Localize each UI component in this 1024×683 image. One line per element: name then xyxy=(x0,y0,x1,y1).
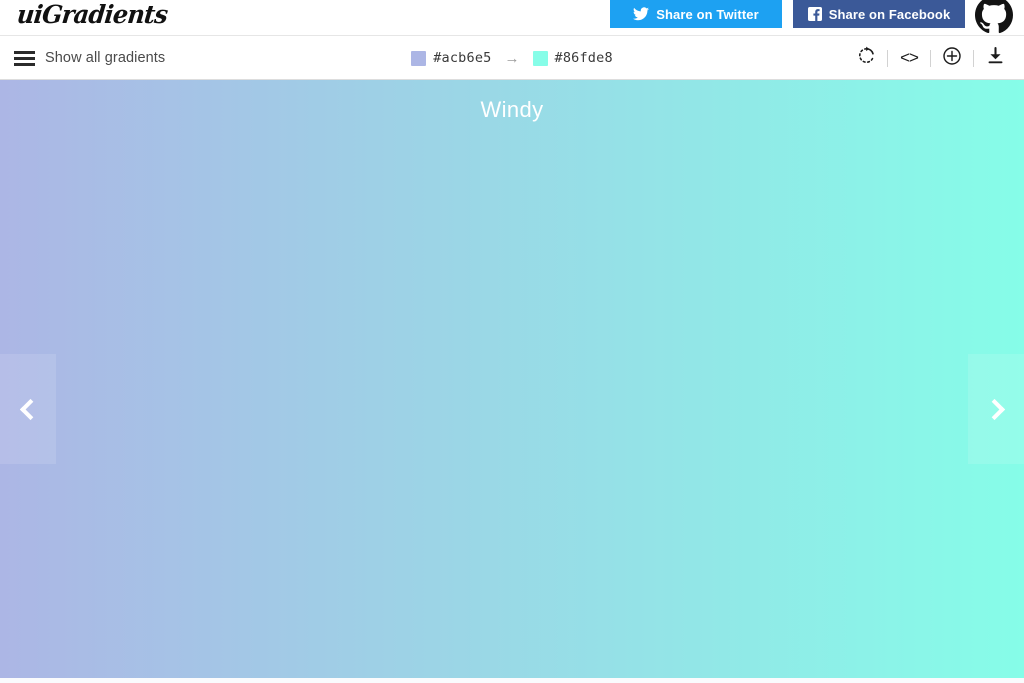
gradient-direction-arrow-icon: → xyxy=(504,49,520,67)
show-all-gradients-button[interactable]: Show all gradients xyxy=(14,36,165,80)
view-code-button[interactable]: <> xyxy=(888,36,930,80)
end-color-hex: #86fde8 xyxy=(554,50,613,66)
facebook-icon xyxy=(807,7,822,21)
toolbar-actions: <> xyxy=(845,36,1016,80)
chevron-right-icon xyxy=(983,398,1005,420)
page-bottom-strip xyxy=(0,678,1024,683)
next-gradient-button[interactable] xyxy=(968,354,1024,464)
github-link[interactable] xyxy=(975,0,1013,34)
code-icon: <> xyxy=(900,48,919,67)
share-on-facebook-button[interactable]: Share on Facebook xyxy=(793,0,965,28)
download-icon xyxy=(986,46,1005,70)
site-logo[interactable]: uiGradients xyxy=(15,0,169,32)
show-all-gradients-label: Show all gradients xyxy=(45,50,166,66)
download-gradient-button[interactable] xyxy=(974,36,1016,80)
end-color-swatch xyxy=(532,50,548,66)
add-gradient-button[interactable] xyxy=(931,36,973,80)
chevron-left-icon xyxy=(19,398,41,420)
hamburger-icon xyxy=(14,50,35,66)
plus-circle-icon xyxy=(942,46,962,71)
rotate-gradient-button[interactable] xyxy=(845,36,887,80)
previous-gradient-button[interactable] xyxy=(0,354,56,464)
site-header: uiGradients Share on Twitter Share on Fa… xyxy=(0,0,1024,36)
gradient-title: Windy xyxy=(480,97,544,122)
uigradients-app: uiGradients Share on Twitter Share on Fa… xyxy=(0,0,1024,683)
end-color-picker[interactable]: #86fde8 xyxy=(532,50,613,66)
rotate-icon xyxy=(857,46,876,70)
start-color-picker[interactable]: #acb6e5 xyxy=(411,50,491,66)
share-on-facebook-label: Share on Facebook xyxy=(828,6,951,22)
share-on-twitter-label: Share on Twitter xyxy=(656,6,759,22)
start-color-hex: #acb6e5 xyxy=(433,50,492,66)
gradient-preview-stage: Windy xyxy=(0,80,1024,678)
share-on-twitter-button[interactable]: Share on Twitter xyxy=(610,0,782,28)
gradient-toolbar: Show all gradients #acb6e5 → #86fde8 <> xyxy=(0,36,1024,80)
twitter-icon xyxy=(633,7,650,21)
start-color-swatch xyxy=(411,50,427,66)
